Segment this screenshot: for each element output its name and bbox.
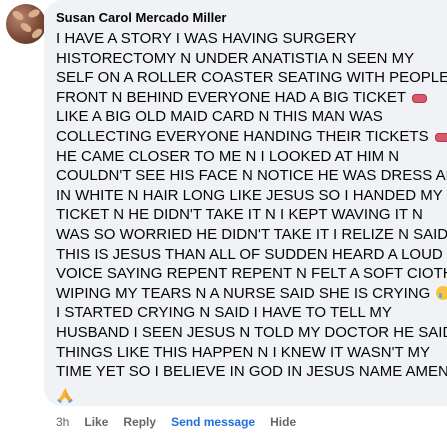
avatar-decoration — [30, 26, 44, 41]
ticket-emoji-icon — [411, 93, 427, 103]
comment-line: THINGS LIKE THIS HAPPEN N I KNEW IT WASN… — [56, 343, 431, 361]
crying-face-emoji-icon — [436, 285, 447, 300]
comment-line: VOICE SAYING REPENT REPENT N FELT A SOFT… — [56, 265, 447, 283]
comment-line: THIS IS JESUS THAN ALL OF SUDDEN HEARD A… — [56, 245, 443, 263]
comment-line: HE CAME CLOSER TO ME N I LOOKED AT HIM N — [56, 147, 400, 165]
comment-line: I STARTED CRYING N SAID I HAVE TO TELL M… — [56, 304, 392, 322]
avatar-decoration — [19, 21, 33, 34]
avatar-decoration — [11, 9, 25, 22]
avatar-decoration — [27, 7, 41, 20]
ticket-emoji-icon — [434, 132, 447, 142]
comment-line: HUSBAND I SEEN JESUS N TOLD MY DOCTOR HE… — [56, 323, 447, 341]
hide-button[interactable]: Hide — [270, 415, 296, 429]
comment-actions: 3h Like Reply Send message Hide — [56, 415, 311, 429]
comment-line: COULDN'T SEE HIS FACE N NOTICE HE WAS DR… — [56, 167, 447, 185]
send-message-button[interactable]: Send message — [171, 415, 255, 429]
like-button[interactable]: Like — [84, 415, 108, 429]
comment-author[interactable]: Susan Carol Mercado Miller — [56, 10, 227, 25]
comment-timestamp[interactable]: 3h — [56, 415, 69, 429]
comment-line: IN WHITE N HAIR LONG LIKE JESUS SO I HAN… — [56, 186, 443, 204]
comment-line: TICKET N HE DIDN'T TAKE IT N I KEPT WAVI… — [56, 206, 423, 224]
folded-hands-emoji-icon — [57, 388, 73, 403]
comment-line: SELF ON A ROLLER COASTER SEATING WITH PE… — [56, 69, 447, 87]
comment: Susan Carol Mercado Miller I HAVE A STOR… — [0, 0, 447, 436]
reply-button[interactable]: Reply — [123, 415, 156, 429]
avatar[interactable] — [6, 4, 46, 44]
comment-line: COLLECTING EVERYONE HANDING THEIR TICKET… — [56, 127, 429, 145]
comment-line: FRONT N BEHIND EVERYONE HAD A BIG TICKET — [56, 88, 406, 106]
comment-line: LIKE A BIG OLD MAID CARD N THIS MAN WAS — [56, 108, 383, 126]
comment-line: HISTORECTOMY N UNDER ANATISTIA N SEEN MY — [56, 49, 415, 67]
comment-line: I HAVE A STORY I WAS HAVING SURGERY — [56, 30, 357, 47]
comment-text: I HAVE A STORY I WAS HAVING SURGERY HIST… — [56, 29, 447, 382]
comment-line: TIME YET SO I BELIEVE IN GOD IN JESUS NA… — [56, 363, 447, 381]
comment-line: WIPING MY TEARS N A NURSE SAID SHE IS CR… — [56, 284, 431, 302]
comment-line: WAS SO WORRIED HE DIDN'T TAKE IT I RELIZ… — [56, 225, 447, 243]
